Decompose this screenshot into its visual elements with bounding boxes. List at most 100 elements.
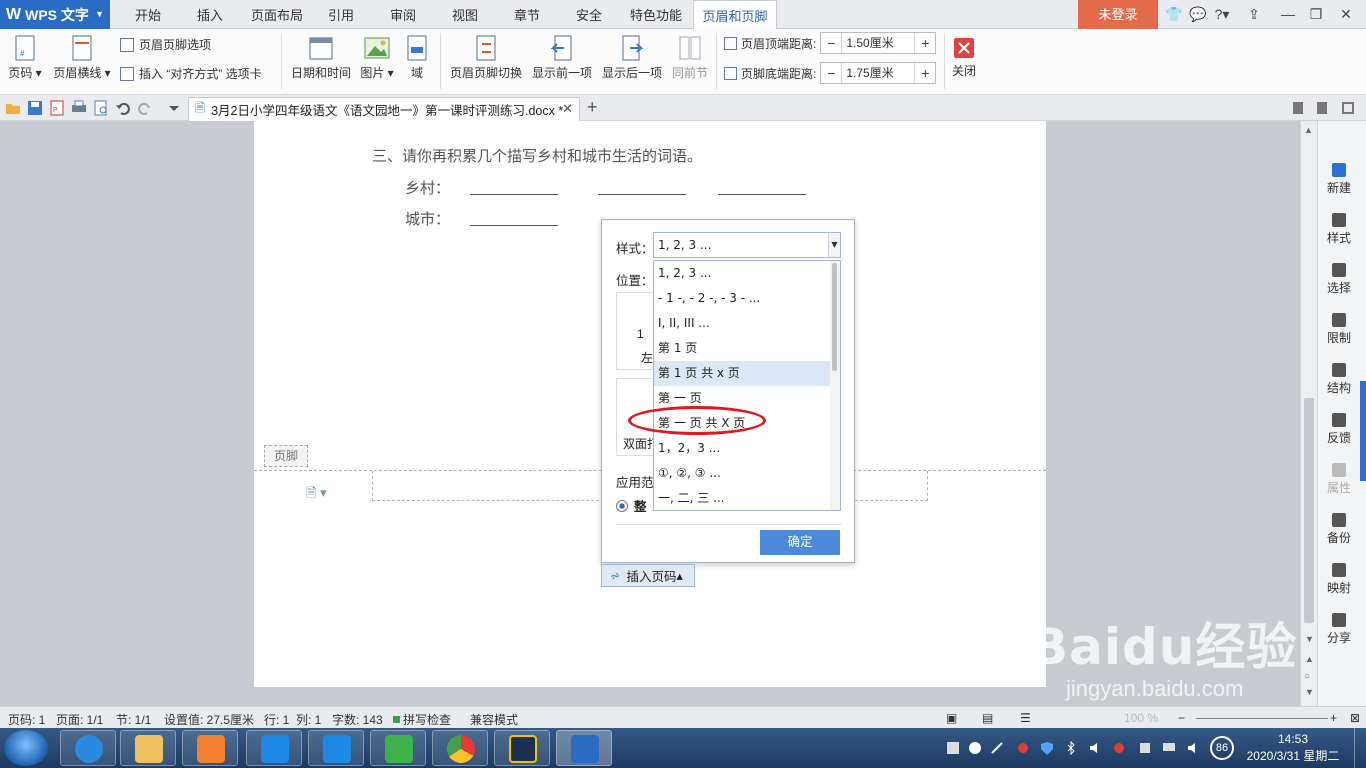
app-menu-button[interactable]: W WPS 文字 ▼ (0, 0, 110, 29)
tab-minimize-icon[interactable] (1314, 100, 1330, 116)
show-previous-button[interactable]: 显示前一项 (530, 35, 594, 81)
quick-access-dropdown-icon[interactable] (166, 100, 182, 116)
panel-item-mapping[interactable]: 映射 (1318, 563, 1360, 596)
open-folder-icon[interactable] (5, 100, 21, 116)
insert-align-tab-button[interactable]: 插入 “对齐方式” 选项卡 (120, 65, 262, 82)
position-left-card[interactable]: 1 左 (616, 292, 654, 370)
help-icon[interactable]: ?▾ (1208, 0, 1236, 29)
chevron-down-icon[interactable]: ▼ (828, 233, 840, 257)
tab-home[interactable]: 开始 (121, 0, 175, 29)
taskbar-video-player[interactable] (182, 730, 238, 766)
next-page-icon[interactable]: ▼ (1305, 687, 1314, 697)
show-next-button[interactable]: 显示后一项 (600, 35, 664, 81)
tab-security[interactable]: 安全 (564, 0, 614, 29)
close-hf-button[interactable]: 关闭 (948, 37, 980, 79)
tray-mute-icon[interactable] (1112, 741, 1126, 755)
list-scroll-thumb[interactable] (832, 263, 837, 371)
tray-device-icon[interactable] (1138, 741, 1152, 755)
panel-item-share[interactable]: 分享 (1318, 613, 1360, 646)
start-button[interactable] (4, 730, 48, 766)
tab-restore-icon[interactable] (1340, 100, 1356, 116)
ok-button[interactable]: 确定 (760, 530, 840, 555)
taskbar-wps[interactable] (556, 730, 612, 766)
select-browse-icon[interactable]: ○ (1304, 671, 1310, 682)
panel-item-new-doc[interactable]: 新建 (1318, 163, 1360, 196)
tray-badge[interactable]: 86 (1210, 736, 1234, 760)
style-dropdown-list[interactable]: 1, 2, 3 ... - 1 -, - 2 -, - 3 - ... I, II,… (653, 260, 841, 511)
tray-wechat-icon[interactable] (968, 741, 982, 755)
tab-review[interactable]: 审阅 (378, 0, 428, 29)
style-option[interactable]: 第 1 页 共 x 页 (654, 361, 830, 386)
footer-options-icon[interactable]: 🗎 ▾ (306, 484, 327, 506)
apply-whole-radio[interactable]: 整 (616, 496, 647, 515)
panel-item-select[interactable]: 选择 (1318, 263, 1360, 296)
print-icon[interactable] (71, 100, 87, 116)
export-pdf-icon[interactable]: P (49, 100, 65, 116)
taskbar-ie[interactable] (60, 730, 116, 766)
new-tab-icon[interactable]: + (587, 97, 598, 118)
tray-arrow-icon[interactable] (990, 741, 1004, 755)
panel-item-feedback[interactable]: 反馈 (1318, 413, 1360, 446)
close-tab-icon[interactable]: ✕ (562, 101, 573, 117)
print-preview-icon[interactable] (93, 100, 109, 116)
taskbar-media[interactable] (494, 730, 550, 766)
footer-distance-decrease-button[interactable]: − (821, 63, 841, 83)
zoom-value[interactable]: 100 % (1124, 711, 1158, 725)
header-distance-decrease-button[interactable]: − (821, 33, 841, 53)
field-button[interactable]: 域 (402, 35, 432, 81)
style-select[interactable]: 1, 2, 3 ... ▼ (653, 232, 841, 258)
panel-item-style[interactable]: 样式 (1318, 213, 1360, 246)
zoom-fit-icon[interactable]: ⊠ (1350, 711, 1360, 725)
panel-item-structure[interactable]: 结构 (1318, 363, 1360, 396)
panel-item-properties[interactable]: 属性 (1318, 463, 1360, 496)
zoom-slider[interactable] (1196, 718, 1328, 719)
scroll-up-icon[interactable]: ▲ (1304, 125, 1313, 135)
scroll-down-icon[interactable]: ▼ (1305, 634, 1314, 644)
taskbar-chrome[interactable] (432, 730, 488, 766)
tab-insert[interactable]: 插入 (183, 0, 237, 29)
tab-special-features[interactable]: 特色功能 (624, 0, 688, 29)
style-option[interactable]: ①, ②, ③ ... (654, 461, 830, 486)
taskbar-security-2[interactable] (308, 730, 364, 766)
picture-button[interactable]: 图片 ▾ (358, 35, 396, 81)
taskbar-security-1[interactable] (246, 730, 302, 766)
tab-chapter[interactable]: 章节 (502, 0, 552, 29)
style-option[interactable]: 一, 二, 三 ... (654, 486, 830, 510)
taskbar-clock[interactable]: 14:53 2020/3/31 星期二 (1238, 731, 1348, 765)
panel-item-backup[interactable]: 备份 (1318, 513, 1360, 546)
save-icon[interactable] (27, 100, 43, 116)
undo-icon[interactable] (115, 100, 131, 116)
hf-switch-button[interactable]: 页眉页脚切换 (448, 35, 524, 81)
style-option[interactable]: 1, 2, 3 ... (654, 261, 830, 286)
footer-distance-increase-button[interactable]: + (915, 63, 935, 83)
status-word-count[interactable]: 字数: 143 (332, 711, 383, 728)
hf-options-button[interactable]: 页眉页脚选项 (120, 36, 211, 53)
tray-flag-icon[interactable] (946, 741, 960, 755)
login-button[interactable]: 未登录 (1078, 0, 1158, 29)
page-number-button[interactable]: # 页码 ▾ (6, 35, 44, 81)
tab-page-layout[interactable]: 页面布局 (245, 0, 309, 29)
tray-app-icon[interactable] (1016, 741, 1030, 755)
vertical-scrollbar[interactable]: ▲ ▼ ▲ ○ ▼ (1300, 121, 1317, 706)
zoom-in-icon[interactable]: + (1330, 711, 1337, 725)
outline-view-icon[interactable]: ☰ (1020, 711, 1031, 725)
style-option[interactable]: 第 1 页 (654, 336, 830, 361)
style-option[interactable]: I, II, III ... (654, 311, 830, 336)
full-screen-icon[interactable]: ▣ (946, 711, 957, 725)
bluetooth-icon[interactable] (1064, 741, 1078, 755)
tray-shield-icon[interactable] (1040, 741, 1054, 755)
close-window-icon[interactable]: ✕ (1332, 0, 1360, 29)
speaker-icon[interactable] (1186, 741, 1200, 755)
upload-icon[interactable]: ⇪ (1240, 0, 1268, 29)
zoom-out-icon[interactable]: − (1178, 711, 1185, 725)
spell-check-toggle[interactable]: 拼写检查 (393, 711, 451, 728)
footer-distance-input[interactable]: 1.75厘米 (841, 63, 916, 83)
header-distance-input[interactable]: 1.50厘米 (841, 33, 916, 53)
page-view-icon[interactable]: ▤ (982, 711, 993, 725)
document-tab[interactable]: 🗎 3月2日小学四年级语文《语文园地一》第一课时评测练习.docx * ✕ (188, 97, 580, 121)
tab-option-icon[interactable] (1290, 100, 1306, 116)
tab-references[interactable]: 引用 (316, 0, 366, 29)
insert-page-number-button[interactable]: ⩫ 插入页码 ▴ (601, 564, 695, 587)
panel-item-restrict[interactable]: 限制 (1318, 313, 1360, 346)
panel-edge-tab[interactable] (1360, 381, 1366, 481)
